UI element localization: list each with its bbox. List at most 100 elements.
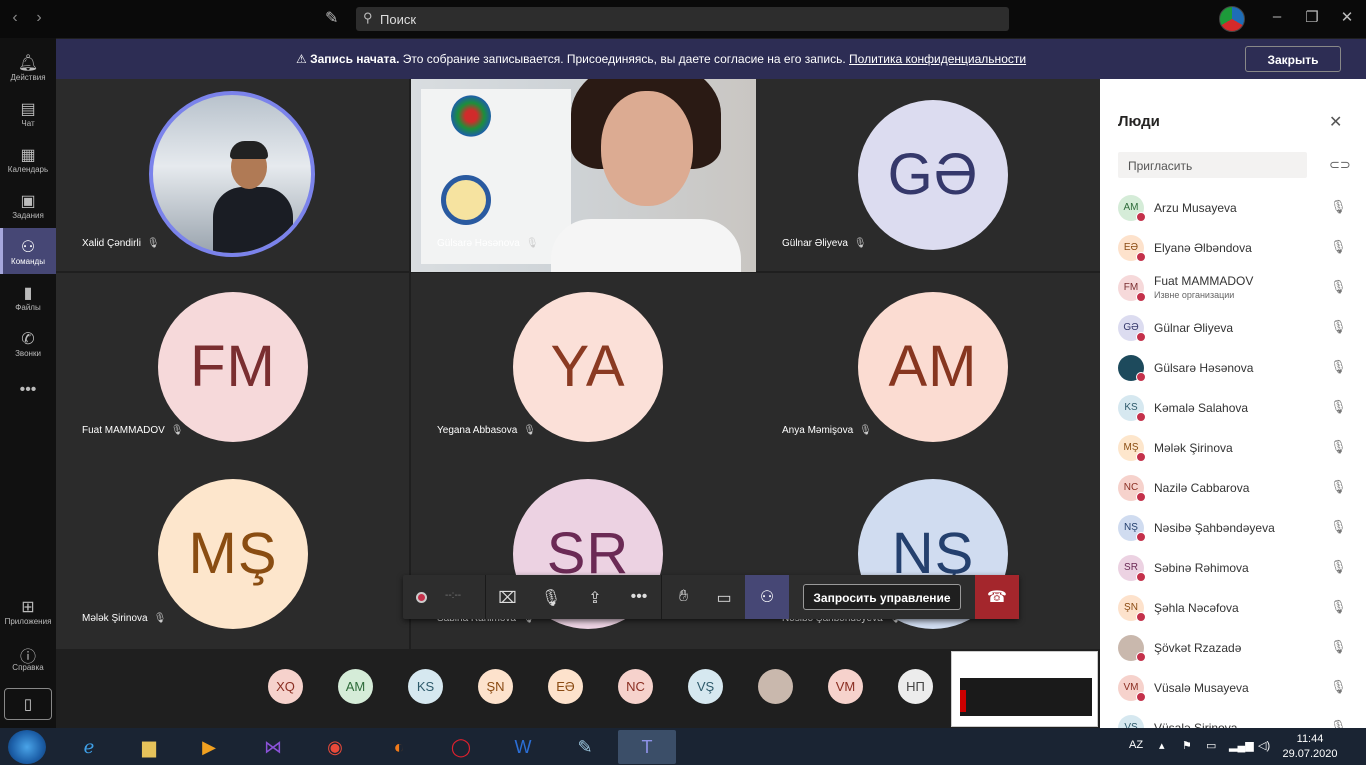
participant-avatar[interactable]: НП [898, 669, 933, 704]
banner-close-button[interactable]: Закрыть [1245, 46, 1341, 72]
participant-avatar[interactable]: AM [338, 669, 373, 704]
people-list-item[interactable]: FM Fuat MAMMADOV Извне организации 🎙︎ [1100, 268, 1366, 308]
participant-name: Gülnar Əliyeva 🎙︎ [782, 238, 867, 249]
profile-avatar[interactable] [1219, 6, 1245, 32]
start-button[interactable] [8, 730, 46, 764]
search-input[interactable]: ⚲ Поиск [356, 7, 1009, 31]
privacy-link[interactable]: Политика конфиденциальности [849, 52, 1026, 66]
people-list-item[interactable]: MŞ Mələk Şirinova 🎙︎ [1100, 428, 1366, 468]
rail-calendar[interactable]: ▦ Календарь [0, 136, 56, 182]
shared-screen-preview[interactable] [951, 651, 1098, 727]
ie-icon[interactable]: ℯ [60, 730, 118, 764]
mic-off-icon: 🎙︎ [1330, 239, 1347, 254]
rail-chat[interactable]: ▤ Чат [0, 90, 56, 136]
share-button[interactable]: ⇪ [573, 575, 617, 619]
raise-hand-button[interactable]: ✋︎ [661, 575, 705, 619]
back-icon[interactable]: ‹ [6, 9, 24, 27]
participant-avatar[interactable]: NC [618, 669, 653, 704]
hang-up-button[interactable]: ☎ [975, 575, 1019, 619]
close-window-icon[interactable]: ✕ [1337, 8, 1357, 26]
people-list-item[interactable]: VŞ Vüsalə Şirinova 🎙︎ [1100, 708, 1366, 728]
avatar: SR [1118, 555, 1146, 582]
minimize-icon[interactable]: – [1267, 8, 1287, 25]
apps-icon: ⊞ [21, 599, 35, 616]
rail-activity[interactable]: 🔔︎ Действия [0, 44, 56, 90]
participant-tile[interactable]: AM Anya Məmişova 🎙︎ [756, 273, 1109, 465]
visual-studio-icon[interactable]: ⋈ [244, 730, 302, 764]
people-list-item[interactable]: NŞ Nəsibə Şahbəndəyeva 🎙︎ [1100, 508, 1366, 548]
tray-arrow-icon[interactable]: ▴ [1159, 739, 1165, 752]
people-list-item[interactable]: KS Kəmalə Salahova 🎙︎ [1100, 388, 1366, 428]
rail-files[interactable]: ▮ Файлы [0, 274, 56, 320]
rail-help[interactable]: ⓘ Справка [0, 634, 56, 680]
language-indicator[interactable]: AZ [1129, 739, 1143, 751]
mic-off-icon: 🎙︎ [1330, 679, 1347, 694]
participant-avatar[interactable]: VŞ [688, 669, 723, 704]
explorer-icon[interactable]: ▆ [120, 730, 178, 764]
more-actions-button[interactable]: ••• [617, 575, 661, 619]
firefox-icon[interactable]: ◐ [370, 730, 428, 764]
mic-off-icon: 🎙︎ [525, 238, 539, 249]
media-player-icon[interactable]: ▶ [180, 730, 238, 764]
rail-teams[interactable]: ⚇ Команды [0, 228, 56, 274]
paint-icon[interactable]: ✎ [556, 730, 614, 764]
people-icon: ⚇ [759, 589, 775, 606]
people-list-item[interactable]: Şövkət Rzazadə 🎙︎ [1100, 628, 1366, 668]
calls-icon: ✆ [21, 331, 35, 348]
participant-tile[interactable]: SRSabina Rahimova🎙︎ [411, 461, 764, 649]
close-panel-icon[interactable]: ✕ [1329, 112, 1342, 132]
participant-name-text: Yegana Abbasova [437, 425, 518, 436]
people-list-item[interactable]: EƏ Elyanə Əlbəndova 🎙︎ [1100, 228, 1366, 268]
rail-apps[interactable]: ⊞ Приложения [0, 588, 56, 634]
mic-off-icon: 🎙︎ [1330, 399, 1347, 414]
request-control-button[interactable]: Запросить управление [803, 584, 961, 610]
people-list-item[interactable]: GƏ Gülnar Əliyeva 🎙︎ [1100, 308, 1366, 348]
participant-avatar[interactable]: XQ [268, 669, 303, 704]
opera-icon[interactable]: ◯ [432, 730, 490, 764]
participant-tile[interactable]: MŞ Mələk Şirinova 🎙︎ [56, 461, 409, 649]
participant-avatar[interactable] [758, 669, 793, 704]
rail-more[interactable]: ••• [0, 372, 56, 418]
people-list-item[interactable]: NC Nazilə Cabbarova 🎙︎ [1100, 468, 1366, 508]
chrome-icon[interactable]: ◉ [306, 730, 364, 764]
camera-off-button[interactable]: ⌧ [485, 575, 529, 619]
teams-taskbar-icon[interactable]: T [618, 730, 676, 764]
rail-label: Файлы [15, 303, 41, 312]
chat-toggle-button[interactable]: ▭ [703, 575, 745, 619]
clock[interactable]: 11:44 29.07.2020 [1280, 732, 1340, 762]
mobile-app-button[interactable]: ▯ [4, 688, 52, 720]
copy-link-icon[interactable]: ⊂⊃ [1329, 157, 1351, 173]
participant-tile[interactable]: GƏ Gülnar Əliyeva 🎙︎ [756, 79, 1109, 271]
rail-assignments[interactable]: ▣ Задания [0, 182, 56, 228]
participant-avatar[interactable]: VM [828, 669, 863, 704]
battery-icon[interactable]: ▭ [1206, 739, 1216, 752]
flag-icon[interactable]: ⚑ [1182, 739, 1192, 752]
participants-button[interactable]: ⚇ [745, 575, 789, 619]
rail-calls[interactable]: ✆ Звонки [0, 320, 56, 366]
invite-input[interactable]: Пригласить [1118, 152, 1307, 178]
volume-icon[interactable]: ◁) [1258, 739, 1270, 752]
more-icon: ••• [19, 381, 37, 398]
participant-avatar[interactable]: EƏ [548, 669, 583, 704]
signal-icon[interactable]: ▂▄▆ [1229, 739, 1254, 752]
participant-avatar[interactable]: KS [408, 669, 443, 704]
participant-tile[interactable]: YA Yegana Abbasova 🎙︎ [411, 273, 764, 465]
people-list-item[interactable]: ŞN Şəhla Nəcəfova 🎙︎ [1100, 588, 1366, 628]
maximize-icon[interactable]: ❐ [1302, 8, 1322, 26]
participant-tile[interactable]: FM Fuat MAMMADOV 🎙︎ [56, 273, 409, 465]
avatar: ŞN [1118, 595, 1146, 622]
participant-tile[interactable]: Xalid Çəndirli 🎙︎ [56, 79, 409, 271]
calendar-icon: ▦ [20, 147, 36, 164]
mic-button[interactable]: 🎙︎ [529, 575, 573, 619]
participant-avatar[interactable]: ŞN [478, 669, 513, 704]
people-list-item[interactable]: VM Vüsalə Musayeva 🎙︎ [1100, 668, 1366, 708]
forward-icon[interactable]: › [30, 9, 48, 27]
people-list-item[interactable]: Gülsarə Həsənova 🎙︎ [1100, 348, 1366, 388]
participant-tile[interactable]: NŞNəsibə Şahbəndəyeva🎙︎ [756, 461, 1109, 649]
people-list-item[interactable]: AM Arzu Musayeva 🎙︎ [1100, 188, 1366, 228]
participant-tile[interactable]: Gülsarə Həsənova 🎙︎ [411, 79, 764, 272]
compose-icon[interactable]: ✎ [325, 8, 338, 28]
people-list-item[interactable]: SR Səbinə Rəhimova 🎙︎ [1100, 548, 1366, 588]
word-icon[interactable]: W [494, 730, 552, 764]
bell-icon: 🔔︎ [17, 55, 39, 72]
